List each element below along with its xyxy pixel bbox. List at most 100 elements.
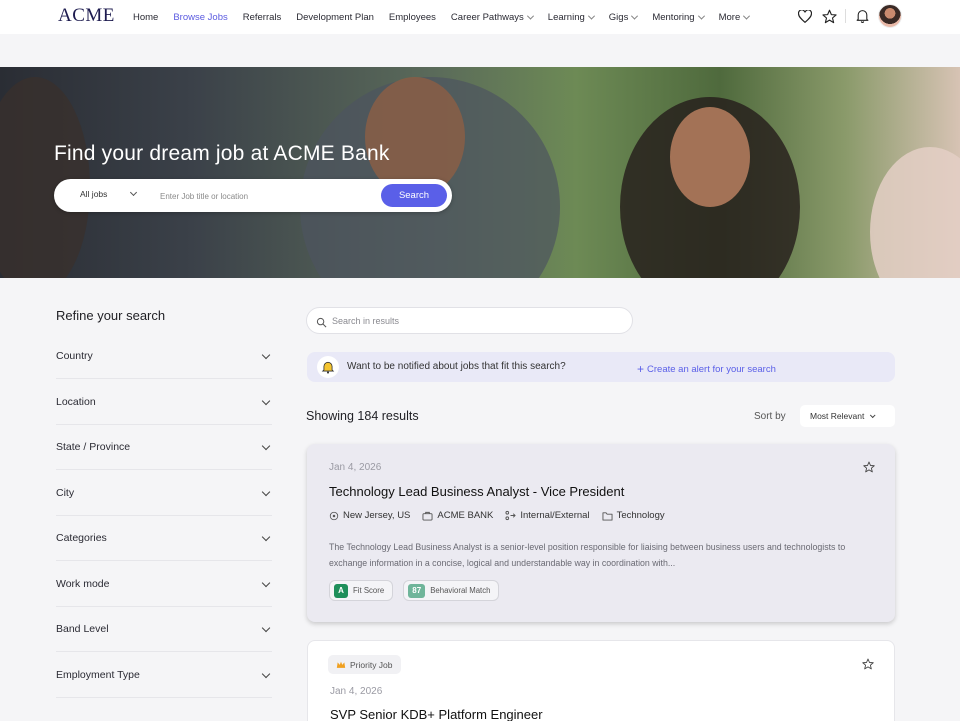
nav-item-label: Employees xyxy=(388,11,436,23)
behavioral-match-badge: 87 xyxy=(408,583,426,598)
job-date: Jan 4, 2026 xyxy=(330,686,383,697)
nav-item-browse-jobs[interactable]: Browse Jobs xyxy=(173,12,227,23)
job-company: ACME BANK xyxy=(422,510,493,521)
chevron-down-icon xyxy=(261,487,271,496)
bell-icon[interactable] xyxy=(854,8,870,24)
job-scope-select[interactable]: All jobs xyxy=(80,189,107,199)
sort-value: Most Relevant xyxy=(810,411,865,421)
hero-photo-shape xyxy=(0,77,90,278)
create-alert-link[interactable]: + Create an alert for your search xyxy=(637,361,776,376)
filter-work-mode[interactable]: Work mode xyxy=(56,562,272,607)
fit-score-tag[interactable]: A Fit Score xyxy=(329,580,394,601)
filter-label: State / Province xyxy=(56,441,131,453)
chevron-down-icon xyxy=(261,441,271,451)
job-meta: New Jersey, US ACME BANK Internal/Extern… xyxy=(329,510,665,521)
results-count: Showing 184 results xyxy=(306,409,419,423)
fit-score-label: Fit Score xyxy=(353,586,385,595)
star-icon[interactable] xyxy=(821,8,837,24)
nav-item-label: Referrals xyxy=(242,11,282,23)
arrows-icon xyxy=(505,510,517,521)
priority-label: Priority Job xyxy=(350,659,393,670)
nav-item-employees[interactable]: Employees xyxy=(389,12,436,23)
nav-item-label: Browse Jobs xyxy=(173,11,228,23)
filter-label: Employment Type xyxy=(56,668,140,681)
briefcase-icon xyxy=(422,511,433,521)
job-alert-banner: Want to be notified about jobs that fit … xyxy=(307,352,895,382)
filter-location[interactable]: Location xyxy=(56,380,272,425)
chevron-down-icon xyxy=(631,12,639,20)
job-category: Technology xyxy=(602,510,665,521)
chevron-down-icon xyxy=(261,396,271,405)
heart-icon[interactable] xyxy=(797,8,813,24)
nav-item-label: Mentoring xyxy=(652,11,695,23)
results-search-input[interactable] xyxy=(332,314,622,328)
job-description: The Technology Lead Business Analyst is … xyxy=(329,542,846,568)
filter-city[interactable]: City xyxy=(56,471,272,516)
filter-label: Categories xyxy=(56,532,107,544)
filter-categories[interactable]: Categories xyxy=(56,516,272,561)
chevron-down-icon xyxy=(743,12,751,20)
filter-band-level[interactable]: Band Level xyxy=(56,607,272,652)
nav-item-career-pathways[interactable]: Career Pathways xyxy=(450,11,534,23)
filter-state-province[interactable]: State / Province xyxy=(56,425,272,470)
job-tags: A Fit Score 87 Behavioral Match xyxy=(329,580,500,601)
nav-item-label: Gigs xyxy=(608,11,629,23)
nav-item-label: Learning xyxy=(547,11,585,23)
hero-title: Find your dream job at ACME Bank xyxy=(54,142,390,165)
nav-item-label: More xyxy=(718,11,741,23)
job-search-input[interactable] xyxy=(160,188,370,204)
bell-alert-icon xyxy=(317,356,339,378)
hero-photo-shape xyxy=(870,147,960,278)
chevron-down-icon xyxy=(261,350,271,360)
job-card[interactable]: Jan 4, 2026 Technology Lead Business Ana… xyxy=(307,444,895,622)
filter-label: Work mode xyxy=(56,577,110,590)
filter-employment-type[interactable]: Employment Type xyxy=(56,653,272,698)
results-search-bar xyxy=(306,307,633,334)
behavioral-match-tag[interactable]: 87 Behavioral Match xyxy=(403,580,500,601)
crown-icon xyxy=(336,661,346,668)
chevron-down-icon xyxy=(261,578,271,587)
nav-item-label: Career Pathways xyxy=(450,11,524,23)
nav-item-label: Development Plan xyxy=(296,11,374,23)
hero-banner: Find your dream job at ACME Bank All job… xyxy=(0,67,960,278)
chevron-down-icon xyxy=(587,12,595,20)
job-type-text: Internal/External xyxy=(520,510,590,521)
job-title-link[interactable]: SVP Senior KDB+ Platform Engineer xyxy=(330,707,543,721)
nav-item-development-plan[interactable]: Development Plan xyxy=(296,12,374,23)
nav-item-learning[interactable]: Learning xyxy=(547,11,595,23)
priority-badge: Priority Job xyxy=(328,655,401,674)
avatar[interactable] xyxy=(878,4,902,28)
job-category-text: Technology xyxy=(616,510,665,521)
save-job-star-icon[interactable] xyxy=(862,657,874,675)
location-pin-icon xyxy=(329,511,339,520)
filter-label: City xyxy=(56,486,75,499)
refine-search-title: Refine your search xyxy=(56,308,166,323)
nav-icon-group xyxy=(797,4,902,28)
filter-country[interactable]: Country xyxy=(56,334,272,379)
plus-icon: + xyxy=(637,362,645,376)
chevron-down-icon[interactable] xyxy=(129,188,138,197)
job-card[interactable]: Priority Job Jan 4, 2026 SVP Senior KDB+… xyxy=(307,640,895,721)
nav-item-gigs[interactable]: Gigs xyxy=(608,11,639,23)
nav-item-label: Home xyxy=(133,11,159,23)
job-date: Jan 4, 2026 xyxy=(329,462,382,473)
save-job-star-icon[interactable] xyxy=(863,460,875,478)
folder-icon xyxy=(602,511,613,521)
chevron-down-icon xyxy=(697,12,705,20)
job-type: Internal/External xyxy=(505,510,590,521)
chevron-down-icon xyxy=(526,12,534,20)
sort-select[interactable]: Most Relevant xyxy=(800,405,895,427)
filter-label: Country xyxy=(56,350,93,362)
job-location-text: New Jersey, US xyxy=(343,510,411,521)
acme-logo[interactable]: ACME xyxy=(58,5,115,27)
fit-score-badge: A xyxy=(334,583,348,598)
search-button[interactable]: Search xyxy=(381,184,447,207)
filter-label: Location xyxy=(56,395,96,408)
nav-item-home[interactable]: Home xyxy=(133,12,158,23)
nav-item-mentoring[interactable]: Mentoring xyxy=(652,11,705,23)
nav-divider xyxy=(845,9,846,23)
nav-item-more[interactable]: More xyxy=(718,11,751,23)
search-icon xyxy=(316,315,327,333)
job-title-link[interactable]: Technology Lead Business Analyst - Vice … xyxy=(329,484,624,499)
nav-item-referrals[interactable]: Referrals xyxy=(243,12,282,23)
